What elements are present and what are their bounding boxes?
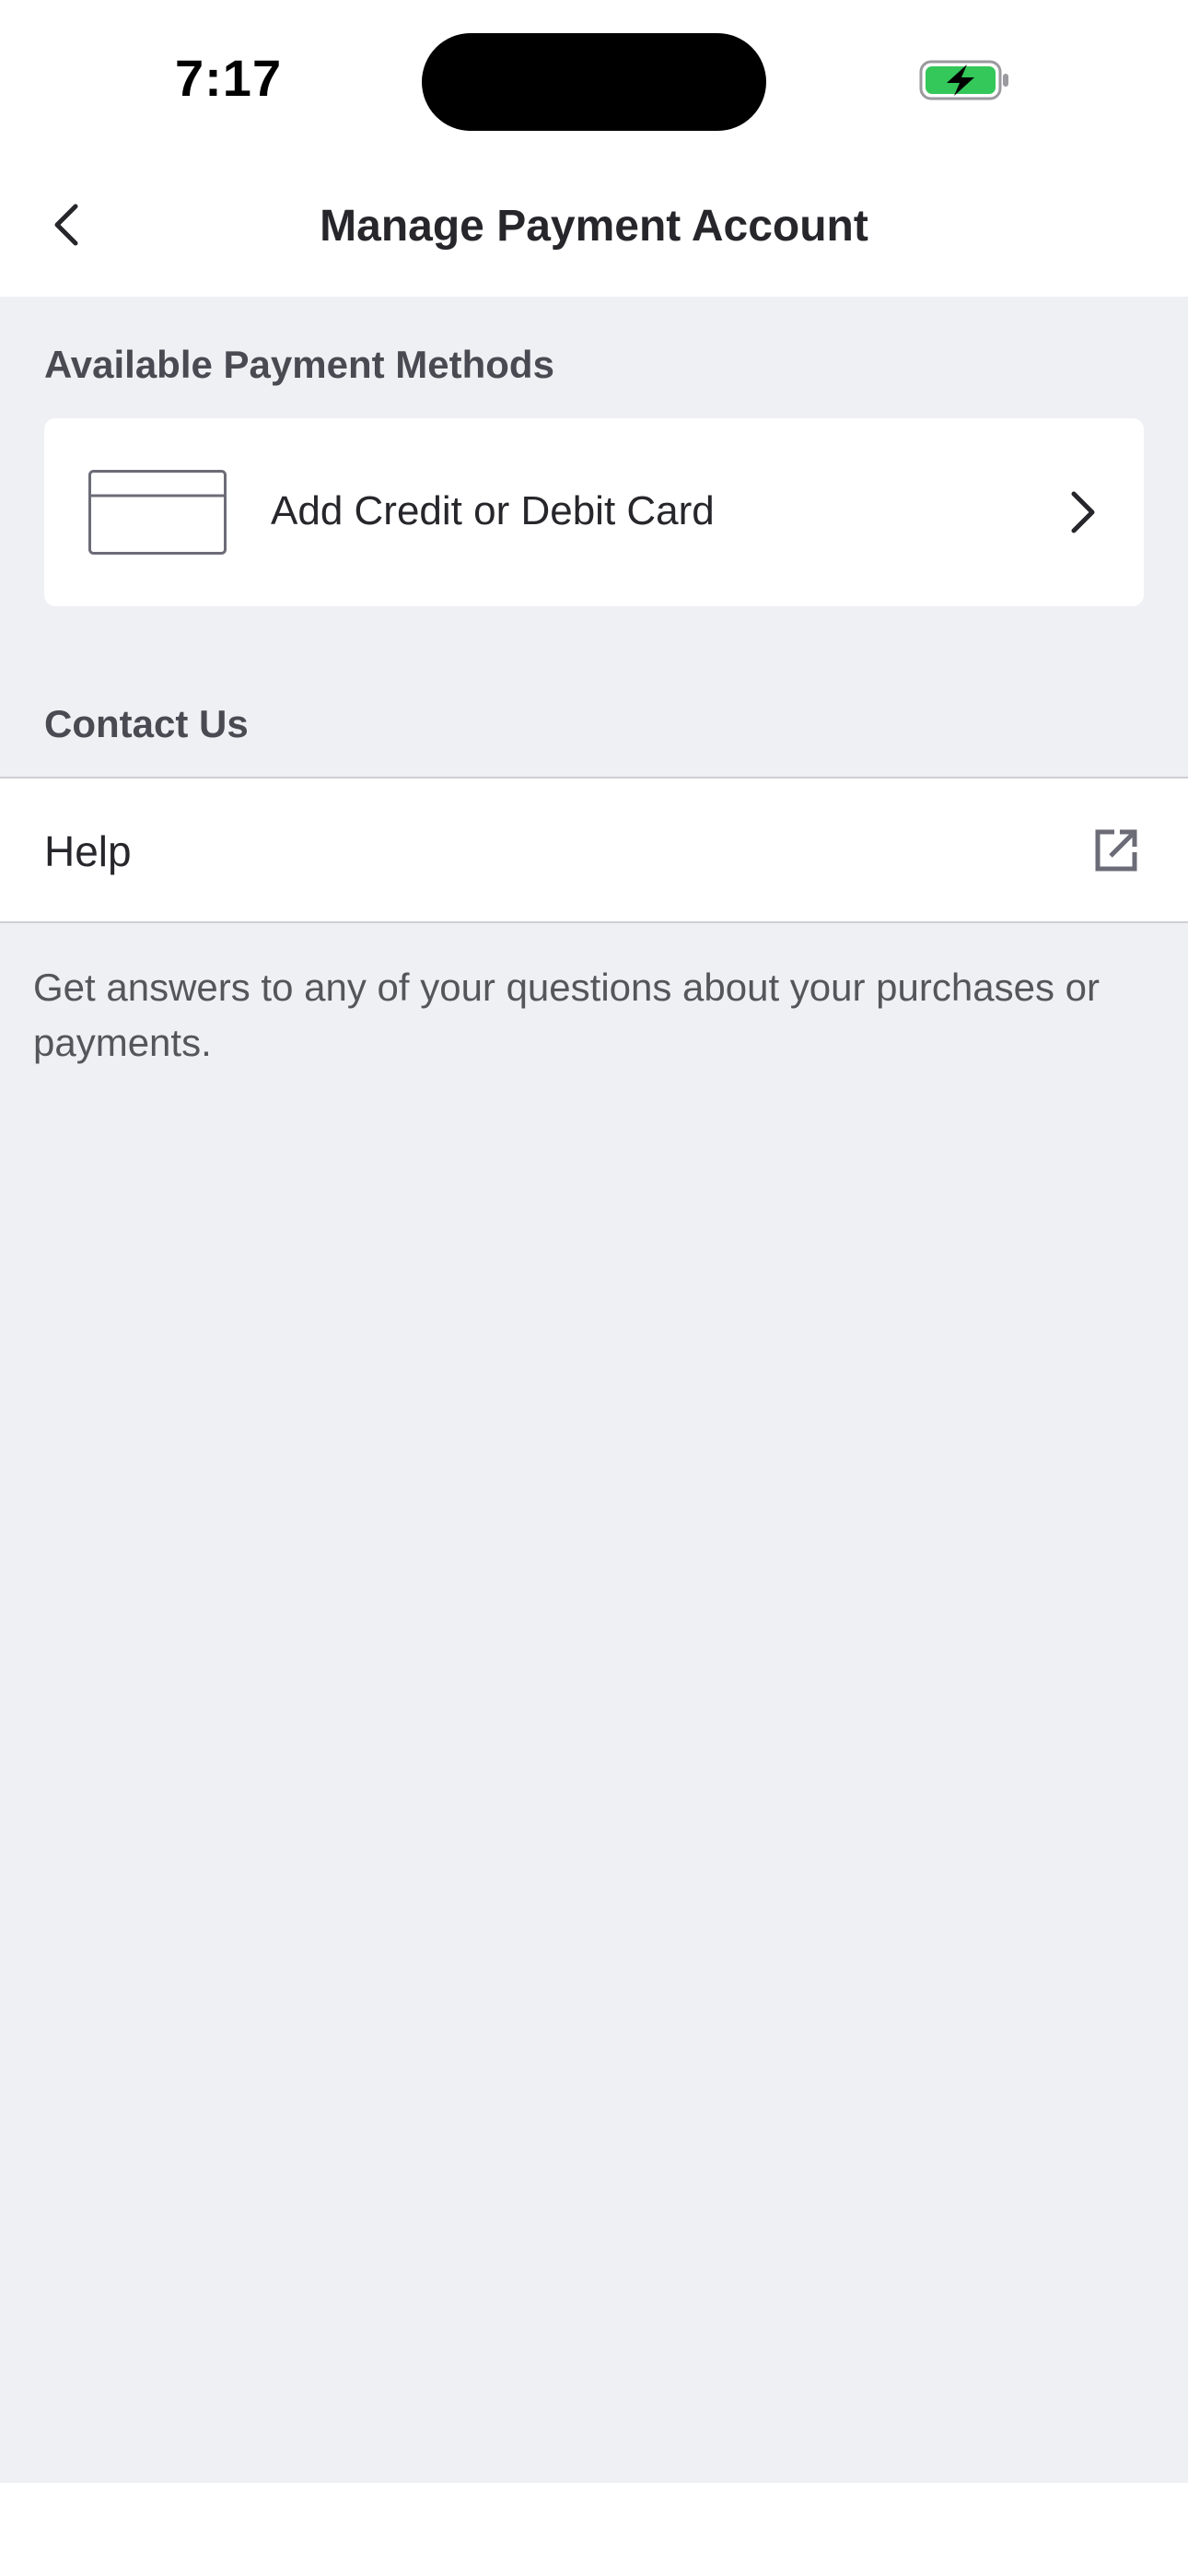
home-indicator-area: [0, 2483, 1188, 2576]
help-label: Help: [44, 827, 132, 875]
section-header-payment-methods: Available Payment Methods: [44, 343, 554, 386]
navigation-bar: Manage Payment Account: [0, 157, 1188, 297]
add-card-button[interactable]: Add Credit or Debit Card: [44, 418, 1144, 606]
status-bar: 7:17: [0, 0, 1188, 157]
external-link-icon: [1095, 829, 1137, 872]
dynamic-island: [422, 33, 766, 131]
add-card-label: Add Credit or Debit Card: [271, 488, 715, 533]
chevron-right-icon: [1071, 491, 1095, 533]
main-content: Available Payment Methods Add Credit or …: [0, 297, 1188, 2483]
battery-charging-icon: [919, 59, 1011, 101]
section-header-contact-us: Contact Us: [44, 702, 249, 745]
status-time: 7:17: [175, 49, 283, 107]
help-link[interactable]: Help: [0, 777, 1188, 923]
credit-card-icon: [88, 470, 227, 555]
help-description: Get answers to any of your questions abo…: [33, 966, 1100, 1064]
page-title: Manage Payment Account: [320, 202, 868, 251]
